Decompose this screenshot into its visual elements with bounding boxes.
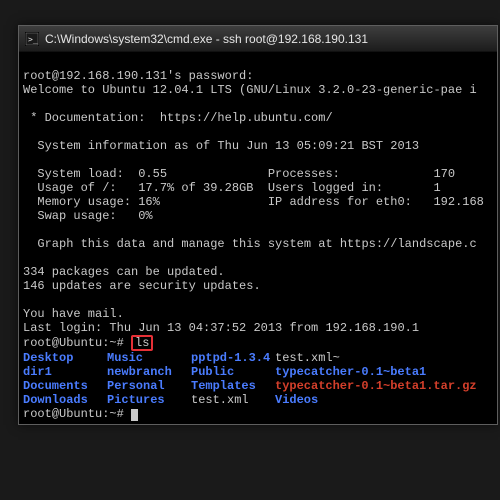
ls-entry-dir: Downloads	[23, 393, 107, 407]
cmd-icon: >_	[25, 32, 39, 46]
ls-entry-dir: newbranch	[107, 365, 191, 379]
password-prompt-line: root@192.168.190.131's password:	[23, 69, 253, 83]
svg-text:>_: >_	[28, 35, 38, 44]
sysinfo-line: Usage of /: 17.7% of 39.28GB Users logge…	[23, 181, 441, 195]
ls-entry-dir: Personal	[107, 379, 191, 393]
ls-entry-dir: Pictures	[107, 393, 191, 407]
ls-entry-file: test.xml	[191, 393, 275, 407]
shell-prompt: root@Ubuntu:~#	[23, 336, 131, 350]
documentation-line: * Documentation: https://help.ubuntu.com…	[23, 111, 333, 125]
sysinfo-header: System information as of Thu Jun 13 05:0…	[23, 139, 419, 153]
ls-entry-dir: Videos	[275, 393, 318, 407]
cursor	[131, 409, 138, 421]
sysinfo-line: Memory usage: 16% IP address for eth0: 1…	[23, 195, 484, 209]
ls-entry-dir: Music	[107, 351, 191, 365]
sysinfo-line: System load: 0.55 Processes: 170	[23, 167, 455, 181]
packages-line: 334 packages can be updated.	[23, 265, 225, 279]
terminal-output[interactable]: root@192.168.190.131's password: Welcome…	[19, 52, 497, 424]
sysinfo-line: Swap usage: 0%	[23, 209, 153, 223]
ls-entry-dir: dir1	[23, 365, 107, 379]
cmd-window: >_ C:\Windows\system32\cmd.exe - ssh roo…	[18, 25, 498, 425]
window-title: C:\Windows\system32\cmd.exe - ssh root@1…	[45, 32, 368, 46]
last-login-line: Last login: Thu Jun 13 04:37:52 2013 fro…	[23, 321, 419, 335]
ls-command-highlight: ls	[131, 335, 153, 351]
ls-entry-archive: typecatcher-0.1~beta1.tar.gz	[275, 379, 477, 393]
ls-entry-file: test.xml~	[275, 351, 340, 365]
ls-entry-dir: typecatcher-0.1~beta1	[275, 365, 426, 379]
landscape-line: Graph this data and manage this system a…	[23, 237, 477, 251]
ls-entry-dir: Templates	[191, 379, 275, 393]
packages-line: 146 updates are security updates.	[23, 279, 261, 293]
ls-entry-dir: Documents	[23, 379, 107, 393]
ls-entry-dir: pptpd-1.3.4	[191, 351, 275, 365]
ls-entry-dir: Public	[191, 365, 275, 379]
welcome-line: Welcome to Ubuntu 12.04.1 LTS (GNU/Linux…	[23, 83, 477, 97]
titlebar[interactable]: >_ C:\Windows\system32\cmd.exe - ssh roo…	[19, 26, 497, 52]
shell-prompt[interactable]: root@Ubuntu:~#	[23, 407, 131, 421]
mail-line: You have mail.	[23, 307, 124, 321]
ls-entry-dir: Desktop	[23, 351, 107, 365]
ls-command-text: ls	[135, 336, 149, 350]
